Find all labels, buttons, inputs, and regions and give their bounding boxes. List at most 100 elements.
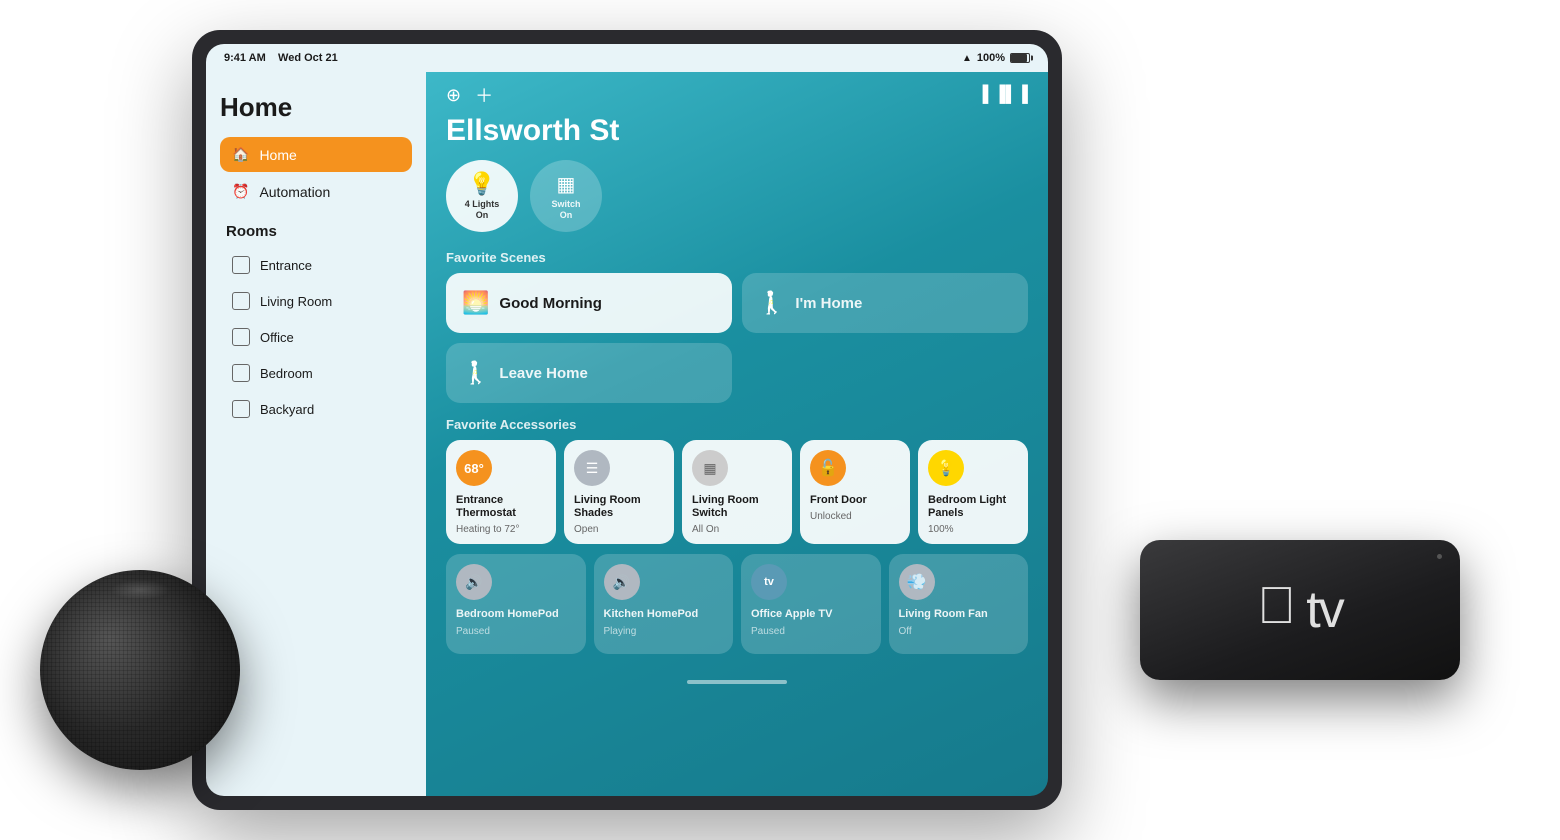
shades-status: Open <box>574 524 664 536</box>
homepod-body <box>40 570 240 770</box>
status-right: ▲ 100% <box>962 52 1030 64</box>
quick-tiles: 💡 4 LightsOn ▦ SwitchOn <box>426 160 1048 250</box>
leave-home-icon: 🚶 <box>462 360 489 386</box>
acc-bedroom-light-panels[interactable]: 💡 Bedroom Light Panels 100% <box>918 440 1028 544</box>
main-content: ⊕ ＋ ▌▐▌▐ Ellsworth St 💡 4 LightsOn <box>426 72 1048 796</box>
acc-bedroom-homepod[interactable]: 🔊 Bedroom HomePod Paused <box>446 554 586 654</box>
scene-leave-home[interactable]: 🚶 Leave Home <box>446 343 732 403</box>
kitchen-homepod-status: Playing <box>604 626 724 638</box>
nav-item-home[interactable]: 🏠 Home <box>220 137 412 172</box>
apple-tv-led <box>1437 554 1442 559</box>
home-bar <box>687 680 787 684</box>
fan-status: Off <box>899 626 1019 638</box>
acc-living-room-shades[interactable]: ☰ Living Room Shades Open <box>564 440 674 544</box>
acc-living-room-switch[interactable]: ▦ Living Room Switch All On <box>682 440 792 544</box>
wifi-icon: ▲ <box>962 53 972 64</box>
sidebar-title: Home <box>220 92 412 123</box>
switch-tile-label: SwitchOn <box>551 199 580 221</box>
room-backyard[interactable]: Backyard <box>220 392 412 426</box>
acc-kitchen-homepod[interactable]: 🔊 Kitchen HomePod Playing <box>594 554 734 654</box>
room-office-label: Office <box>260 330 294 345</box>
acc-entrance-thermostat[interactable]: 68° Entrance Thermostat Heating to 72° <box>446 440 556 544</box>
rooms-heading: Rooms <box>226 223 412 240</box>
ipad-device: 9:41 AM Wed Oct 21 ▲ 100% Home <box>192 30 1062 810</box>
status-bar: 9:41 AM Wed Oct 21 ▲ 100% <box>206 44 1048 72</box>
room-backyard-label: Backyard <box>260 402 314 417</box>
lights-tile-label: 4 LightsOn <box>465 199 500 221</box>
apple-tv-logo:  tv <box>1257 580 1342 640</box>
scene-im-home[interactable]: 🚶 I'm Home <box>742 273 1028 333</box>
room-office[interactable]: Office <box>220 320 412 354</box>
im-home-icon: 🚶 <box>758 290 785 316</box>
light-panels-name: Bedroom Light Panels <box>928 494 1018 520</box>
apple-tv-device:  tv <box>1140 540 1480 760</box>
siri-icon[interactable]: ▌▐▌▐ <box>983 86 1028 104</box>
thermostat-name: Entrance Thermostat <box>456 494 546 520</box>
door-name: Front Door <box>810 494 900 507</box>
room-bedroom-icon <box>232 364 250 382</box>
light-panels-icon: 💡 <box>928 450 964 486</box>
homepod-mesh <box>40 570 240 770</box>
apple-tv-box:  tv <box>1140 540 1460 680</box>
acc-front-door[interactable]: 🔓 Front Door Unlocked <box>800 440 910 544</box>
date-display: Wed Oct 21 <box>278 52 338 64</box>
room-office-icon <box>232 328 250 346</box>
automation-nav-icon: ⏰ <box>232 183 249 200</box>
kitchen-homepod-icon: 🔊 <box>604 564 640 600</box>
accessories-section-label: Favorite Accessories <box>426 417 1048 440</box>
door-status: Unlocked <box>810 511 900 523</box>
room-backyard-icon <box>232 400 250 418</box>
bedroom-homepod-name: Bedroom HomePod <box>456 608 576 621</box>
accessories-row2: 🔊 Bedroom HomePod Paused 🔊 Kitchen HomeP… <box>426 554 1048 670</box>
home-header-icon[interactable]: ⊕ <box>446 85 461 106</box>
room-bedroom[interactable]: Bedroom <box>220 356 412 390</box>
fan-name: Living Room Fan <box>899 608 1019 621</box>
room-living-room-icon <box>232 292 250 310</box>
home-nav-icon: 🏠 <box>232 146 249 163</box>
im-home-label: I'm Home <box>795 295 862 312</box>
apple-tv-status: Paused <box>751 626 871 638</box>
status-time: 9:41 AM Wed Oct 21 <box>224 52 338 64</box>
nav-item-automation[interactable]: ⏰ Automation <box>220 174 412 209</box>
homepod-mini <box>40 570 260 790</box>
acc-office-apple-tv[interactable]: tv Office Apple TV Paused <box>741 554 881 654</box>
acc-living-room-fan[interactable]: 💨 Living Room Fan Off <box>889 554 1029 654</box>
scene: 9:41 AM Wed Oct 21 ▲ 100% Home <box>0 0 1560 840</box>
switch-tile-icon: ▦ <box>557 172 576 197</box>
battery-label: 100% <box>977 52 1005 64</box>
scene-good-morning[interactable]: 🌅 Good Morning <box>446 273 732 333</box>
apple-tv-icon: tv <box>751 564 787 600</box>
switch-icon: ▦ <box>692 450 728 486</box>
good-morning-label: Good Morning <box>499 295 601 312</box>
location-title: Ellsworth St <box>426 114 1048 160</box>
apple-tv-name: Office Apple TV <box>751 608 871 621</box>
door-icon: 🔓 <box>810 450 846 486</box>
lights-tile-icon: 💡 <box>468 171 495 197</box>
scenes-grid: 🌅 Good Morning 🚶 I'm Home 🚶 Leave Home <box>426 273 1048 417</box>
quick-tile-lights[interactable]: 💡 4 LightsOn <box>446 160 518 232</box>
quick-tile-switch[interactable]: ▦ SwitchOn <box>530 160 602 232</box>
thermostat-icon: 68° <box>456 450 492 486</box>
automation-nav-label: Automation <box>259 184 330 200</box>
room-entrance[interactable]: Entrance <box>220 248 412 282</box>
battery-bar <box>1010 53 1030 63</box>
home-indicator <box>426 670 1048 688</box>
light-panels-status: 100% <box>928 524 1018 536</box>
bedroom-homepod-status: Paused <box>456 626 576 638</box>
apple-tv-text: tv <box>1306 580 1342 640</box>
good-morning-icon: 🌅 <box>462 290 489 316</box>
header-left-icons: ⊕ ＋ <box>446 82 493 108</box>
shades-name: Living Room Shades <box>574 494 664 520</box>
apple-logo-icon:  <box>1257 580 1296 632</box>
room-bedroom-label: Bedroom <box>260 366 313 381</box>
add-header-icon[interactable]: ＋ <box>475 82 493 108</box>
switch-status: All On <box>692 524 782 536</box>
scenes-section-label: Favorite Scenes <box>426 250 1048 273</box>
battery-fill <box>1011 54 1027 62</box>
home-nav-label: Home <box>259 147 296 163</box>
thermostat-status: Heating to 72° <box>456 524 546 536</box>
room-living-room[interactable]: Living Room <box>220 284 412 318</box>
time-display: 9:41 AM <box>224 52 266 64</box>
accessories-row1: 68° Entrance Thermostat Heating to 72° ☰… <box>426 440 1048 554</box>
switch-name: Living Room Switch <box>692 494 782 520</box>
